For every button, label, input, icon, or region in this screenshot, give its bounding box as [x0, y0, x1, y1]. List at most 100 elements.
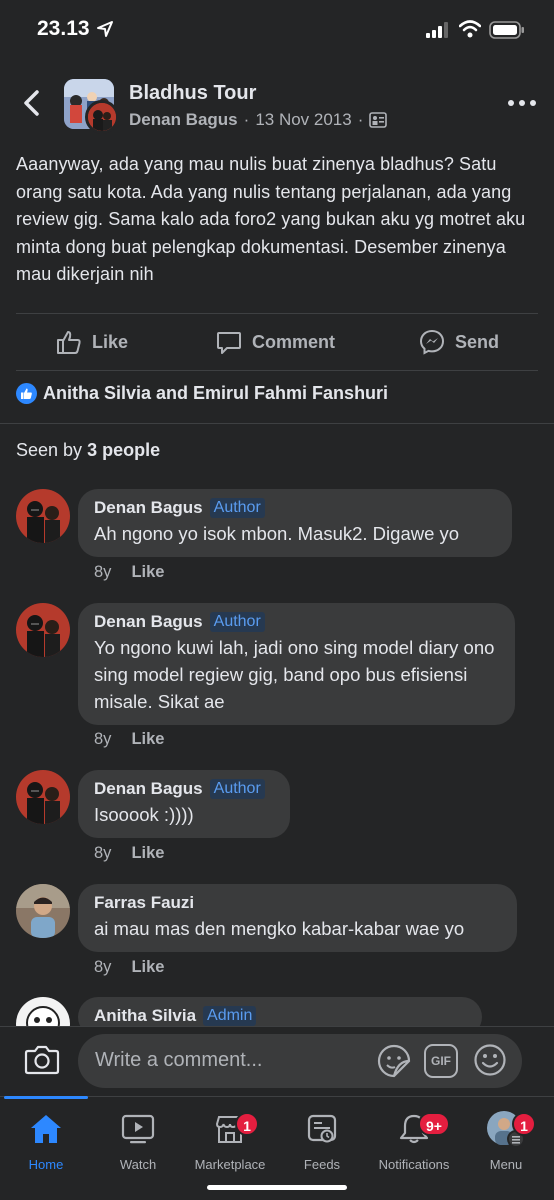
comment-bubble-icon: [217, 332, 241, 354]
comment-author[interactable]: Farras Fauzi: [94, 893, 194, 913]
comment-button[interactable]: Comment: [216, 314, 335, 370]
author-badge: Author: [209, 612, 265, 632]
meta-separator: ·: [243, 110, 250, 129]
tab-notifications[interactable]: 9+ Notifications: [368, 1107, 460, 1172]
tab-home[interactable]: Home: [0, 1107, 92, 1172]
tab-menu[interactable]: 1 Menu: [460, 1107, 552, 1172]
reactions-summary[interactable]: Anitha Silvia and Emirul Fahmi Fanshuri: [16, 383, 388, 404]
comment-author[interactable]: Anitha Silvia: [94, 1006, 196, 1026]
status-bar: 23.13: [0, 0, 554, 60]
tab-label: Marketplace: [194, 1157, 266, 1172]
admin-badge: Admin: [203, 1006, 257, 1026]
comment-meta: 8y Like: [94, 844, 164, 863]
comment-header: Denan Bagus Author: [94, 498, 496, 518]
battery-icon: [489, 21, 524, 39]
section-divider: [0, 423, 554, 424]
like-label: Like: [92, 331, 129, 352]
watch-video-icon: [121, 1114, 155, 1144]
group-name[interactable]: Bladhus Tour: [129, 82, 256, 105]
post-date[interactable]: 13 Nov 2013: [255, 110, 351, 130]
post-body: Aaanyway, ada yang mau nulis buat zineny…: [16, 154, 526, 285]
tab-badge: 1: [512, 1112, 536, 1136]
location-arrow-icon: [97, 21, 113, 37]
tab-label: Watch: [119, 1157, 157, 1172]
cellular-signal-icon: [426, 22, 448, 38]
comment-text: Isooook :)))): [94, 804, 194, 825]
comment-bubble[interactable]: Denan Bagus Author Yo ngono kuwi lah, ja…: [78, 603, 515, 725]
seen-by[interactable]: Seen by 3 people: [16, 440, 160, 461]
comment-header: Anitha Silvia Admin: [94, 1006, 466, 1026]
comment-age: 8y: [94, 563, 112, 581]
tab-label: Notifications: [378, 1157, 450, 1172]
status-time: 23.13: [37, 17, 90, 40]
comment-author[interactable]: Denan Bagus: [94, 498, 203, 518]
comment-avatar[interactable]: [16, 884, 70, 938]
comment-bubble[interactable]: Farras Fauzi ai mau mas den mengko kabar…: [78, 884, 517, 952]
send-button[interactable]: Send: [419, 314, 499, 370]
comment-header: Farras Fauzi: [94, 893, 501, 913]
comment-avatar[interactable]: [16, 489, 70, 543]
comment-author[interactable]: Denan Bagus: [94, 612, 203, 632]
tab-marketplace[interactable]: 1 Marketplace: [184, 1107, 276, 1172]
post-author[interactable]: Denan Bagus: [129, 110, 238, 130]
comment-like-button[interactable]: Like: [131, 958, 164, 977]
home-indicator: [207, 1185, 347, 1190]
author-badge: Author: [209, 498, 265, 518]
like-reaction-icon: [16, 383, 37, 404]
comment-meta: 8y Like: [94, 563, 164, 582]
meta-separator: ·: [357, 110, 364, 129]
comment-avatar[interactable]: [16, 603, 70, 657]
author-avatar-small[interactable]: [85, 100, 119, 134]
camera-icon[interactable]: [24, 1044, 60, 1076]
comment-age: 8y: [94, 844, 112, 862]
comment-header: Denan Bagus Author: [94, 779, 274, 799]
comment-like-button[interactable]: Like: [131, 730, 164, 749]
sticker-icon[interactable]: [376, 1043, 412, 1079]
comment-header: Denan Bagus Author: [94, 612, 499, 632]
tab-label: Feeds: [303, 1157, 341, 1172]
comment-age: 8y: [94, 730, 112, 748]
tab-badge: 9+: [418, 1112, 450, 1136]
seen-count: 3 people: [87, 440, 161, 460]
tab-watch[interactable]: Watch: [92, 1107, 184, 1172]
active-tab-indicator: [4, 1096, 88, 1099]
comment-bubble[interactable]: Denan Bagus Author Ah ngono yo isok mbon…: [78, 489, 512, 557]
post-meta: Denan Bagus · 13 Nov 2013 ·: [129, 110, 388, 130]
comment-meta: 8y Like: [94, 958, 164, 977]
send-label: Send: [455, 331, 500, 352]
wifi-icon: [459, 20, 481, 38]
comment-composer: Write a comment... GIF: [0, 1026, 554, 1096]
comment-text: ai mau mas den mengko kabar-kabar wae yo: [94, 918, 465, 939]
tab-badge: 1: [235, 1112, 259, 1136]
comment-label: Comment: [252, 331, 336, 352]
like-button[interactable]: Like: [56, 314, 128, 370]
tab-feeds[interactable]: Feeds: [276, 1107, 368, 1172]
tab-label: Home: [28, 1157, 64, 1172]
comment-text: Yo ngono kuwi lah, jadi ono sing model d…: [94, 637, 495, 712]
gif-button[interactable]: GIF: [424, 1044, 458, 1078]
author-badge: Author: [209, 779, 265, 799]
back-button[interactable]: [18, 86, 48, 120]
comment-author[interactable]: Denan Bagus: [94, 779, 203, 799]
reaction-names: Anitha Silvia and Emirul Fahmi Fanshuri: [43, 383, 389, 403]
post-actions: Like Comment Send: [0, 314, 554, 370]
comment-avatar[interactable]: [16, 770, 70, 824]
home-icon: [31, 1115, 61, 1143]
gif-label: GIF: [431, 1054, 451, 1068]
more-options-button[interactable]: [506, 96, 540, 110]
feeds-icon: [307, 1114, 337, 1143]
group-privacy-icon: [369, 112, 388, 128]
comment-text: Ah ngono yo isok mbon. Masuk2. Digawe yo: [94, 523, 460, 544]
tab-label: Menu: [489, 1157, 523, 1172]
comment-bubble[interactable]: Denan Bagus Author Isooook :)))): [78, 770, 290, 838]
comment-like-button[interactable]: Like: [131, 563, 164, 582]
divider: [16, 370, 538, 371]
comment-placeholder[interactable]: Write a comment...: [95, 1049, 262, 1072]
comment-meta: 8y Like: [94, 730, 164, 749]
comment-age: 8y: [94, 958, 112, 976]
comment-like-button[interactable]: Like: [131, 844, 164, 863]
thumbs-up-icon: [57, 331, 81, 354]
messenger-icon: [419, 329, 445, 355]
emoji-icon[interactable]: [473, 1043, 507, 1077]
seen-prefix: Seen by: [16, 440, 83, 460]
